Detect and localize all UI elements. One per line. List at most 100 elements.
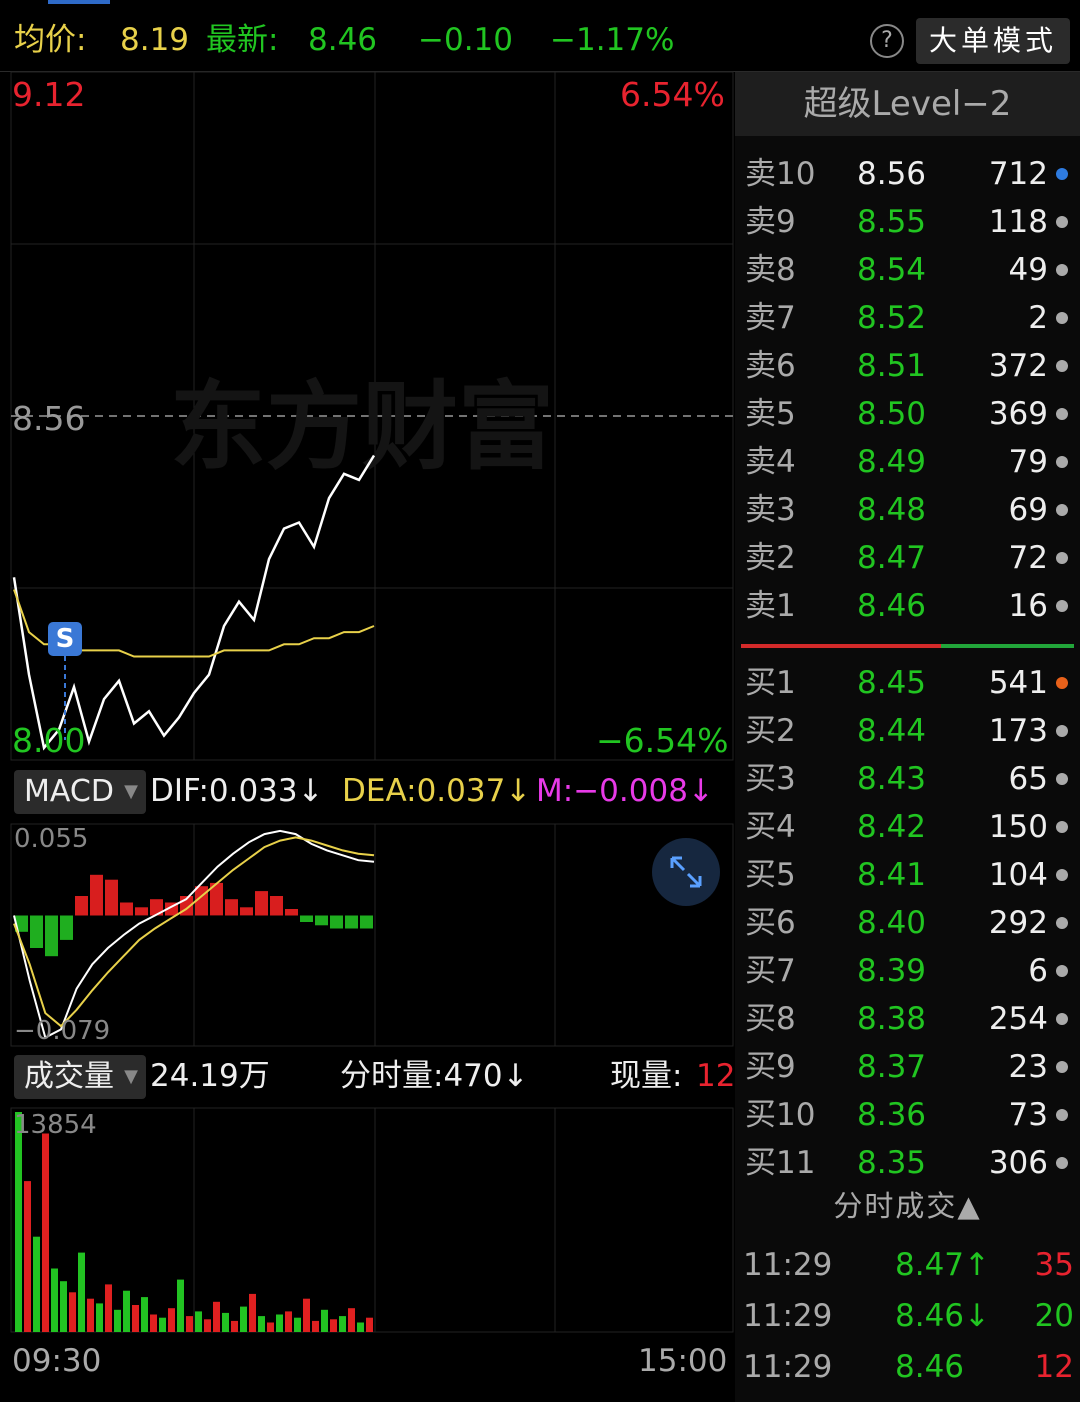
bid-row[interactable]: 买10 8.36 73 <box>735 1091 1080 1139</box>
ask-level-label: 卖7 <box>745 300 796 336</box>
help-icon[interactable]: ? <box>870 24 904 58</box>
dot-icon <box>1056 312 1068 324</box>
volume-bar <box>330 1319 337 1332</box>
dot-icon <box>1056 1157 1068 1169</box>
bid-level-label: 买2 <box>745 713 796 749</box>
volume-bar <box>132 1305 139 1332</box>
bid-row[interactable]: 买9 8.37 23 <box>735 1043 1080 1091</box>
macd-m-value: M:−0.008↓ <box>536 773 714 809</box>
ask-price: 8.56 <box>857 156 927 192</box>
bid-row[interactable]: 买4 8.42 150 <box>735 803 1080 851</box>
macd-bar <box>135 907 148 916</box>
ask-volume: 372 <box>988 348 1048 384</box>
ask-row[interactable]: 卖3 8.48 69 <box>735 486 1080 534</box>
bid-price: 8.39 <box>857 953 927 989</box>
macd-bar <box>90 874 103 916</box>
ask-row[interactable]: 卖6 8.51 372 <box>735 342 1080 390</box>
ask-row[interactable]: 卖2 8.47 72 <box>735 534 1080 582</box>
bid-row[interactable]: 买6 8.40 292 <box>735 899 1080 947</box>
ask-volume: 118 <box>988 204 1048 240</box>
expand-icon[interactable] <box>652 838 720 906</box>
volume-bar <box>204 1319 211 1332</box>
trade-price: 8.46↓ <box>895 1298 990 1334</box>
intraday-charts[interactable]: 东方财富 <box>0 0 735 1402</box>
bid-row[interactable]: 买2 8.44 173 <box>735 707 1080 755</box>
ask-price: 8.46 <box>857 588 927 624</box>
ask-row[interactable]: 卖7 8.52 2 <box>735 294 1080 342</box>
prev-close-label: 8.56 <box>12 399 86 438</box>
ask-row[interactable]: 卖1 8.46 16 <box>735 582 1080 630</box>
bid-row[interactable]: 买5 8.41 104 <box>735 851 1080 899</box>
macd-bar <box>300 915 313 922</box>
volume-bar <box>33 1236 40 1332</box>
trade-row[interactable]: 11:29 8.47↑ 35 <box>735 1240 1080 1290</box>
time-end-label: 15:00 <box>638 1343 728 1379</box>
volume-bar <box>267 1322 274 1332</box>
macd-dea-value: DEA:0.037↓ <box>342 773 532 809</box>
bid-row[interactable]: 买7 8.39 6 <box>735 947 1080 995</box>
ask-row[interactable]: 卖5 8.50 369 <box>735 390 1080 438</box>
chevron-down-icon: ▼ <box>124 781 138 802</box>
trade-volume: 35 <box>1034 1247 1074 1283</box>
trade-volume: 12 <box>1034 1349 1074 1385</box>
volume-bar <box>222 1312 229 1332</box>
ask-level-label: 卖3 <box>745 492 796 528</box>
volume-selector-label: 成交量 <box>24 1059 114 1094</box>
macd-bar <box>105 879 118 916</box>
dot-icon <box>1056 965 1068 977</box>
trade-row[interactable]: 11:29 8.46↓ 20 <box>735 1291 1080 1341</box>
volume-bar <box>51 1268 58 1332</box>
dot-icon <box>1056 773 1068 785</box>
volume-bar <box>123 1290 130 1332</box>
macd-selector-label: MACD <box>24 774 114 809</box>
current-volume-label: 现量: <box>610 1058 683 1094</box>
low-pct-label: −6.54% <box>596 721 729 760</box>
minute-volume: 分时量:470↓ <box>340 1058 529 1094</box>
ask-level-label: 卖4 <box>745 444 796 480</box>
trade-row[interactable]: 11:29 8.46 12 <box>735 1342 1080 1392</box>
bid-row[interactable]: 买8 8.38 254 <box>735 995 1080 1043</box>
ask-row[interactable]: 卖4 8.49 79 <box>735 438 1080 486</box>
volume-selector[interactable]: 成交量 ▼ <box>14 1055 146 1099</box>
bid-volume: 306 <box>988 1145 1048 1181</box>
volume-bar <box>114 1309 121 1332</box>
ask-price: 8.48 <box>857 492 927 528</box>
macd-bar <box>225 899 238 916</box>
volume-bar <box>186 1316 193 1332</box>
macd-bar <box>45 915 58 957</box>
bid-level-label: 买1 <box>745 665 796 701</box>
ask-row[interactable]: 卖8 8.54 49 <box>735 246 1080 294</box>
level2-title[interactable]: 超级Level−2 <box>735 72 1080 136</box>
bid-row[interactable]: 买11 8.35 306 <box>735 1139 1080 1187</box>
trade-time: 11:29 <box>743 1349 833 1385</box>
volume-bar <box>249 1293 256 1332</box>
high-price-label: 9.12 <box>12 75 86 114</box>
ask-level-label: 卖1 <box>745 588 796 624</box>
watermark: 东方财富 <box>170 371 554 483</box>
order-book-panel: 超级Level−2 卖10 8.56 712 卖9 8.55 118 卖8 8.54 49 卖7 8… <box>735 72 1080 1402</box>
volume-bar <box>87 1298 94 1332</box>
ask-row[interactable]: 卖10 8.56 712 <box>735 150 1080 198</box>
dot-icon <box>1056 504 1068 516</box>
macd-bar <box>270 896 283 916</box>
dot-icon <box>1056 168 1068 180</box>
bid-volume: 254 <box>988 1001 1048 1037</box>
ask-level-label: 卖2 <box>745 540 796 576</box>
ask-volume: 72 <box>1008 540 1048 576</box>
dot-icon <box>1056 456 1068 468</box>
macd-bar <box>315 915 328 926</box>
volume-bar <box>24 1181 31 1332</box>
macd-selector[interactable]: MACD ▼ <box>14 770 146 814</box>
volume-bar <box>213 1301 220 1332</box>
bid-row[interactable]: 买3 8.43 65 <box>735 755 1080 803</box>
macd-bar <box>255 891 268 916</box>
big-order-mode-button[interactable]: 大单模式 <box>916 18 1070 64</box>
ask-row[interactable]: 卖9 8.55 118 <box>735 198 1080 246</box>
sell-signal-marker[interactable]: S <box>48 622 82 656</box>
bid-volume: 104 <box>988 857 1048 893</box>
bid-row[interactable]: 买1 8.45 541 <box>735 659 1080 707</box>
bid-price: 8.40 <box>857 905 927 941</box>
macd-bar <box>60 915 73 940</box>
dot-icon <box>1056 264 1068 276</box>
trades-title[interactable]: 分时成交▲ <box>735 1182 1080 1230</box>
